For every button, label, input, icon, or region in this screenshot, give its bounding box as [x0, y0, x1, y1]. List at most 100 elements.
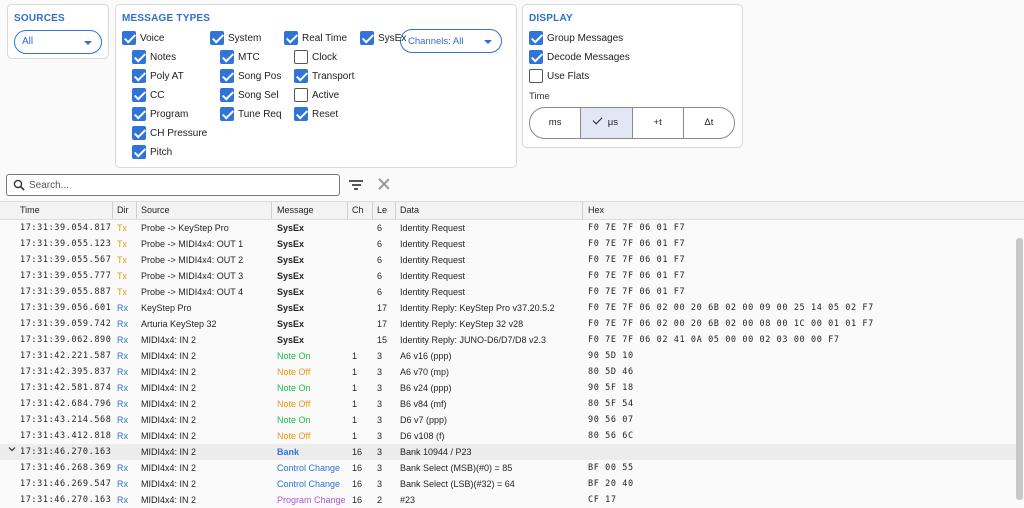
column-header-message[interactable]: Message	[277, 205, 314, 215]
checked-box-icon	[122, 31, 136, 45]
cell-ch: 1	[352, 351, 358, 361]
sources-select[interactable]: All	[14, 30, 102, 54]
column-header-time[interactable]: Time	[20, 205, 40, 215]
checked-box-icon	[132, 107, 146, 121]
cell-len: 3	[377, 399, 383, 409]
cell-time: 17:31:43.214.568	[20, 415, 112, 425]
cell-source: Probe -> MIDI4x4: OUT 3	[141, 271, 244, 281]
table-row[interactable]: 17:31:42.684.796 Rx MIDI4x4: IN 2 Note Off 1…	[0, 396, 1016, 412]
column-divider[interactable]	[372, 202, 373, 219]
time-option-button[interactable]: ms	[530, 108, 582, 138]
cell-data: Bank 10944 / P23	[400, 447, 472, 457]
checked-box-icon	[294, 69, 308, 83]
table-row[interactable]: 17:31:42.221.587 Rx MIDI4x4: IN 2 Note On 1 3…	[0, 348, 1016, 364]
table-group-row[interactable]: 17:31:46.270.163 MIDI4x4: IN 2 Bank 16 3 Bank…	[0, 444, 1016, 460]
table-row[interactable]: 17:31:39.055.567 Tx Probe -> MIDI4x4: OUT …	[0, 252, 1016, 268]
table-row[interactable]: 17:31:39.062.890 Rx MIDI4x4: IN 2 SysEx 15 Id…	[0, 332, 1016, 348]
column-divider[interactable]	[112, 202, 113, 219]
cell-dir: Rx	[117, 351, 128, 361]
table-row[interactable]: 17:31:39.059.742 Rx Arturia KeyStep 32 SysE…	[0, 316, 1016, 332]
cell-data: Bank Select (MSB)(#0) = 85	[400, 463, 513, 473]
display-panel: DISPLAY Time ms μs +t Δt Group Messages Deco…	[522, 4, 743, 148]
time-option-button[interactable]: μs	[581, 108, 633, 138]
cell-time: 17:31:46.270.163	[20, 447, 112, 457]
cell-message: Bank	[277, 447, 300, 457]
cell-hex: 90 5D 10	[588, 351, 634, 361]
vertical-scrollbar[interactable]	[1016, 238, 1023, 500]
close-icon[interactable]	[378, 178, 390, 190]
column-header-dir[interactable]: Dir	[117, 205, 129, 215]
cell-data: Identity Reply: JUNO-D6/D7/D8 v2.3	[400, 335, 547, 345]
table-row[interactable]: 17:31:39.055.123 Tx Probe -> MIDI4x4: OUT …	[0, 236, 1016, 252]
cell-len: 6	[377, 271, 383, 281]
table-row[interactable]: 17:31:46.270.163 Rx MIDI4x4: IN 2 Program C…	[0, 492, 1016, 508]
cell-time: 17:31:39.059.742	[20, 319, 112, 329]
column-divider[interactable]	[582, 202, 583, 219]
column-divider[interactable]	[347, 202, 348, 219]
unchecked-box-icon	[294, 50, 308, 64]
sources-panel: SOURCES All	[7, 4, 109, 59]
cell-hex: CF 17	[588, 495, 617, 505]
cell-time: 17:31:46.270.163	[20, 495, 112, 505]
time-option-button[interactable]: Δt	[684, 108, 734, 138]
cell-source: Probe -> MIDI4x4: OUT 1	[141, 239, 244, 249]
table-row[interactable]: 17:31:39.056.601 Rx KeyStep Pro SysEx 17 Iden…	[0, 300, 1016, 316]
table-row[interactable]: 17:31:43.412.818 Rx MIDI4x4: IN 2 Note Off 1…	[0, 428, 1016, 444]
column-header-le[interactable]: Le	[377, 205, 387, 215]
time-format-label: Time	[529, 91, 550, 102]
search-icon	[13, 179, 25, 191]
table-row[interactable]: 17:31:39.054.817 Tx Probe -> KeyStep Pro Sy…	[0, 220, 1016, 236]
checked-box-icon	[132, 126, 146, 140]
search-field[interactable]: Search...	[6, 174, 340, 196]
channels-select[interactable]: Channels: All	[400, 29, 502, 53]
checked-box-icon	[220, 69, 234, 83]
search-placeholder: Search...	[29, 180, 70, 191]
cell-len: 6	[377, 239, 383, 249]
cell-hex: F0 7E 7F 06 01 F7	[588, 239, 686, 249]
cell-time: 17:31:39.055.777	[20, 271, 112, 281]
time-option-label: ms	[548, 117, 562, 128]
table-row[interactable]: 17:31:46.268.369 Rx MIDI4x4: IN 2 Control C…	[0, 460, 1016, 476]
column-header-source[interactable]: Source	[141, 205, 170, 215]
cell-dir: Tx	[117, 223, 127, 233]
table-row[interactable]: 17:31:46.269.547 Rx MIDI4x4: IN 2 Control C…	[0, 476, 1016, 492]
table-row[interactable]: 17:31:39.055.887 Tx Probe -> MIDI4x4: OUT …	[0, 284, 1016, 300]
cell-len: 6	[377, 255, 383, 265]
cell-dir: Rx	[117, 399, 128, 409]
column-divider[interactable]	[395, 202, 396, 219]
table-header: Time Dir Source Message Ch Le Data Hex	[0, 201, 1024, 220]
table-row[interactable]: 17:31:39.055.777 Tx Probe -> MIDI4x4: OUT …	[0, 268, 1016, 284]
cell-time: 17:31:42.581.874	[20, 383, 112, 393]
checked-box-icon	[220, 107, 234, 121]
cell-data: Identity Request	[400, 255, 466, 265]
cell-time: 17:31:39.055.123	[20, 239, 112, 249]
cell-dir: Rx	[117, 383, 128, 393]
cell-dir: Rx	[117, 415, 128, 425]
time-option-button[interactable]: +t	[633, 108, 684, 138]
column-header-ch[interactable]: Ch	[352, 205, 364, 215]
column-divider[interactable]	[136, 202, 137, 219]
chevron-down-icon	[84, 41, 92, 45]
column-divider[interactable]	[271, 202, 272, 219]
cell-hex: F0 7E 7F 06 01 F7	[588, 223, 686, 233]
cell-time: 17:31:39.056.601	[20, 303, 112, 313]
cell-data: A6 v16 (ppp)	[400, 351, 452, 361]
cell-dir: Tx	[117, 239, 127, 249]
cell-ch: 1	[352, 399, 358, 409]
cell-message: SysEx	[277, 335, 305, 345]
cell-dir: Rx	[117, 463, 128, 473]
table-row[interactable]: 17:31:43.214.568 Rx MIDI4x4: IN 2 Note On 1 3…	[0, 412, 1016, 428]
column-header-data[interactable]: Data	[400, 205, 419, 215]
checkbox-label: Transport	[312, 71, 355, 82]
filter-icon[interactable]	[348, 178, 364, 192]
channels-select-value: Channels: All	[408, 36, 464, 47]
cell-hex: 90 5F 18	[588, 383, 634, 393]
checkbox-label: SysEx	[378, 33, 407, 44]
table-row[interactable]: 17:31:42.581.874 Rx MIDI4x4: IN 2 Note On 1 3…	[0, 380, 1016, 396]
column-header-hex[interactable]: Hex	[588, 205, 604, 215]
chevron-down-icon[interactable]	[8, 445, 16, 455]
cell-len: 6	[377, 223, 383, 233]
cell-time: 17:31:46.269.547	[20, 479, 112, 489]
cell-time: 17:31:39.062.890	[20, 335, 112, 345]
table-row[interactable]: 17:31:42.395.837 Rx MIDI4x4: IN 2 Note Off 1…	[0, 364, 1016, 380]
